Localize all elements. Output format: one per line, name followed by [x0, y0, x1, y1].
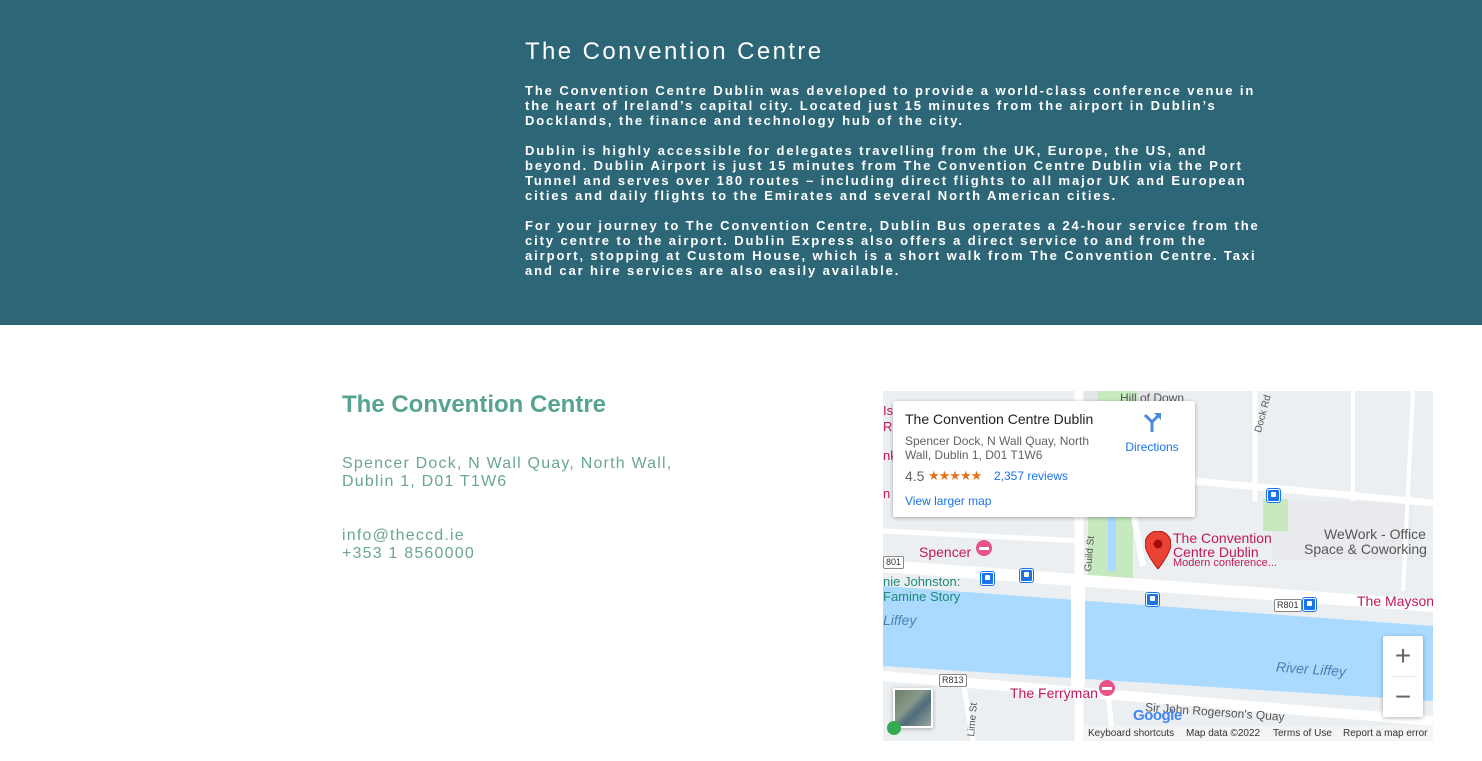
map-label-johnston-2[interactable]: Famine Story: [883, 589, 960, 604]
road-shield-801-left: 801: [883, 556, 905, 569]
reviews-link[interactable]: 2,357 reviews: [994, 469, 1068, 483]
zoom-out-button[interactable]: −: [1383, 677, 1423, 717]
directions-icon: [1143, 413, 1161, 432]
email-link[interactable]: info@theccd.ie: [342, 527, 802, 545]
map-label-johnston-1[interactable]: nie Johnston:: [883, 574, 960, 589]
road-shield-r801: R801: [1274, 599, 1302, 612]
contact-block: The Convention Centre Spencer Dock, N Wa…: [342, 391, 802, 563]
hotel-icon-ferryman: ▬: [1099, 680, 1115, 696]
google-logo: Google: [1133, 707, 1182, 724]
banner-paragraph-3: For your journey to The Convention Centr…: [525, 218, 1260, 278]
terms-link[interactable]: Terms of Use: [1273, 728, 1332, 739]
map-footer: Keyboard shortcuts Map data ©2022 Terms …: [1083, 726, 1433, 741]
contact-address: Spencer Dock, N Wall Quay, North Wall, D…: [342, 455, 802, 491]
bus-stop-icon[interactable]: [1146, 593, 1159, 606]
bus-stop-icon[interactable]: [1267, 489, 1280, 502]
banner-content: The Convention Centre The Convention Cen…: [525, 38, 1265, 278]
road-shield-r813: R813: [939, 674, 967, 687]
directions-button[interactable]: Directions: [1122, 411, 1182, 454]
map-label-left-r: R: [883, 419, 893, 434]
map-label-ccd-sub: Modern conference...: [1173, 557, 1277, 569]
place-address: Spencer Dock, N Wall Quay, North Wall, D…: [905, 434, 1090, 462]
bus-stop-icon[interactable]: [981, 572, 994, 585]
map-label-mayson[interactable]: The Mayson: [1357, 593, 1433, 609]
hotel-icon-spencer: ▬: [976, 540, 992, 556]
contact-title: The Convention Centre: [342, 391, 607, 418]
bus-stop-icon[interactable]: [1303, 598, 1316, 611]
bus-stop-icon[interactable]: [1020, 569, 1033, 582]
address-line-1: Spencer Dock, N Wall Quay, North Wall,: [342, 455, 673, 472]
keyboard-shortcuts-link[interactable]: Keyboard shortcuts: [1088, 728, 1174, 739]
view-larger-map-link[interactable]: View larger map: [905, 494, 991, 508]
pegman-icon[interactable]: [887, 721, 901, 735]
phone-link[interactable]: +353 1 8560000: [342, 545, 802, 563]
map-label-left-is: Is: [883, 403, 894, 418]
zoom-controls: + −: [1383, 636, 1423, 717]
place-rating: 4.5: [905, 468, 925, 484]
banner-paragraph-2: Dublin is highly accessible for delegate…: [525, 143, 1247, 203]
address-line-2: Dublin 1, D01 T1W6: [342, 473, 508, 490]
zoom-in-button[interactable]: +: [1383, 636, 1423, 676]
satellite-layer-toggle[interactable]: [893, 688, 933, 728]
banner-title: The Convention Centre: [525, 38, 824, 65]
banner-paragraph-1: The Convention Centre Dublin was develop…: [525, 83, 1256, 128]
map-label-left-n: n: [883, 486, 891, 501]
embedded-map[interactable]: Hill of Down Is R nk n Dock Rd Guild St …: [883, 391, 1433, 741]
rating-stars-icon: ★★★★★: [928, 468, 982, 483]
map-label-liffey-left: Liffey: [883, 612, 917, 628]
contact-details: info@theccd.ie +353 1 8560000: [342, 527, 802, 563]
directions-label: Directions: [1125, 440, 1179, 454]
report-error-link[interactable]: Report a map error: [1343, 728, 1427, 739]
place-name[interactable]: The Convention Centre Dublin: [905, 411, 1093, 427]
map-label-spencer[interactable]: Spencer: [919, 544, 971, 560]
map-data-label: Map data ©2022: [1186, 728, 1261, 739]
map-label-ferryman[interactable]: The Ferryman: [1010, 685, 1098, 701]
intro-banner: The Convention Centre The Convention Cen…: [0, 0, 1482, 325]
place-info-card: The Convention Centre Dublin Spencer Doc…: [893, 401, 1195, 517]
map-label-wework-1[interactable]: WeWork - Office: [1324, 526, 1426, 542]
map-label-wework-2[interactable]: Space & Coworking: [1304, 541, 1427, 557]
location-pin-icon[interactable]: [1144, 530, 1172, 574]
